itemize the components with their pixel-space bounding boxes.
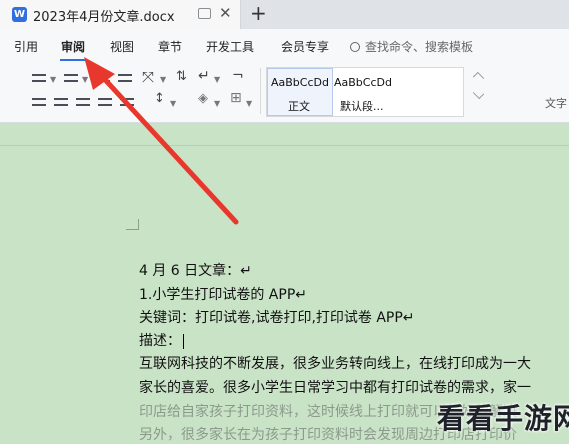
menu-item-references[interactable]: 引用 — [14, 38, 38, 55]
chevron-down-icon[interactable]: ▼ — [82, 75, 88, 84]
document-tab-title: 2023年4月份文章.docx — [33, 10, 175, 25]
style-gallery: AaBbCcDd 正文 AaBbCcDd 默认段... — [266, 67, 464, 117]
chevron-down-icon[interactable]: ▼ — [214, 75, 220, 84]
style-scroll-up-icon[interactable] — [472, 71, 485, 84]
chevron-down-icon[interactable]: ▼ — [246, 99, 252, 108]
menu-item-review[interactable]: 审阅 — [61, 38, 85, 55]
doc-line-description-text: 描述： — [139, 333, 181, 349]
ribbon-toolbar: ▼ ▼ ⤧ ▼ ⇅ ↵ ▼ ¬ ↕ ▼ ◈ ▼ ⊞ ▼ AaBbCcDd 正文 … — [0, 62, 569, 123]
chevron-down-icon[interactable]: ▼ — [50, 75, 56, 84]
command-search[interactable]: 查找命令、搜索模板 — [350, 38, 473, 55]
doc-line-date: 4 月 6 日文章：↵ — [139, 263, 252, 279]
style-scroll-down-icon[interactable] — [472, 87, 485, 100]
document-tab[interactable]: W 2023年4月份文章.docx ✕ — [0, 0, 241, 29]
text-cursor — [183, 333, 184, 349]
distribute-icon[interactable] — [120, 98, 134, 106]
margin-corner-mark — [138, 219, 139, 230]
text-tools-label[interactable]: 文字 — [545, 95, 567, 111]
writer-app-icon: W — [12, 7, 27, 22]
increase-indent-icon[interactable] — [118, 74, 132, 82]
align-left-icon[interactable] — [32, 98, 46, 106]
ribbon-separator — [260, 68, 261, 114]
style-normal-sample: AaBbCcDd — [271, 76, 329, 89]
style-default-sample[interactable]: AaBbCcDd — [334, 76, 392, 89]
menu-item-member[interactable]: 会员专享 — [281, 38, 329, 55]
command-search-placeholder: 查找命令、搜索模板 — [365, 40, 474, 54]
doc-line-body-1: 互联网科技的不断发展，很多业务转向线上，在线打印成为一大 — [139, 356, 531, 372]
active-tab-indicator — [60, 59, 86, 61]
style-default-label[interactable]: 默认段... — [340, 98, 384, 114]
paragraph-mark-icon[interactable]: ↵ — [198, 68, 210, 84]
shading-icon[interactable]: ◈ — [198, 91, 208, 106]
align-center-icon[interactable] — [54, 98, 68, 106]
menu-item-view[interactable]: 视图 — [110, 38, 134, 55]
new-tab-button[interactable]: + — [250, 1, 267, 25]
chevron-down-icon[interactable]: ▼ — [214, 99, 220, 108]
borders-icon[interactable]: ⊞ — [230, 90, 242, 106]
doc-line-description: 描述： — [139, 330, 184, 350]
align-right-icon[interactable] — [76, 98, 90, 106]
bullet-list-icon[interactable] — [32, 74, 46, 82]
watermark-logo: 看看手游网 — [437, 402, 569, 435]
title-bar: W 2023年4月份文章.docx ✕ + — [0, 0, 569, 29]
line-spacing-icon[interactable]: ↕ — [154, 91, 165, 106]
doc-line-keywords: 关键词：打印试卷,试卷打印,打印试卷 APP↵ — [139, 310, 415, 326]
chevron-down-icon[interactable]: ▼ — [160, 75, 166, 84]
style-normal-label: 正文 — [288, 100, 310, 113]
sort-icon[interactable]: ⇅ — [176, 69, 187, 84]
justify-icon[interactable] — [98, 98, 112, 106]
show-marks-icon[interactable]: ¬ — [232, 68, 244, 84]
doc-line-body-2: 家长的喜爱。很多小学生日常学习中都有打印试卷的需求，家一 — [139, 380, 531, 396]
search-icon — [350, 42, 360, 52]
page-top-edge — [0, 145, 569, 146]
chevron-down-icon[interactable]: ▼ — [170, 99, 176, 108]
decrease-indent-icon[interactable] — [96, 74, 110, 82]
window-restore-icon[interactable] — [198, 8, 211, 19]
numbered-list-icon[interactable] — [64, 74, 78, 82]
chinese-layout-icon[interactable]: ⤧ — [142, 68, 154, 86]
menu-bar: 引用 审阅 视图 章节 开发工具 会员专享 查找命令、搜索模板 — [0, 29, 569, 62]
menu-item-developer[interactable]: 开发工具 — [206, 38, 254, 55]
doc-line-heading: 1.小学生打印试卷的 APP↵ — [139, 287, 307, 303]
close-tab-icon[interactable]: ✕ — [219, 4, 232, 22]
menu-item-chapter[interactable]: 章节 — [158, 38, 182, 55]
